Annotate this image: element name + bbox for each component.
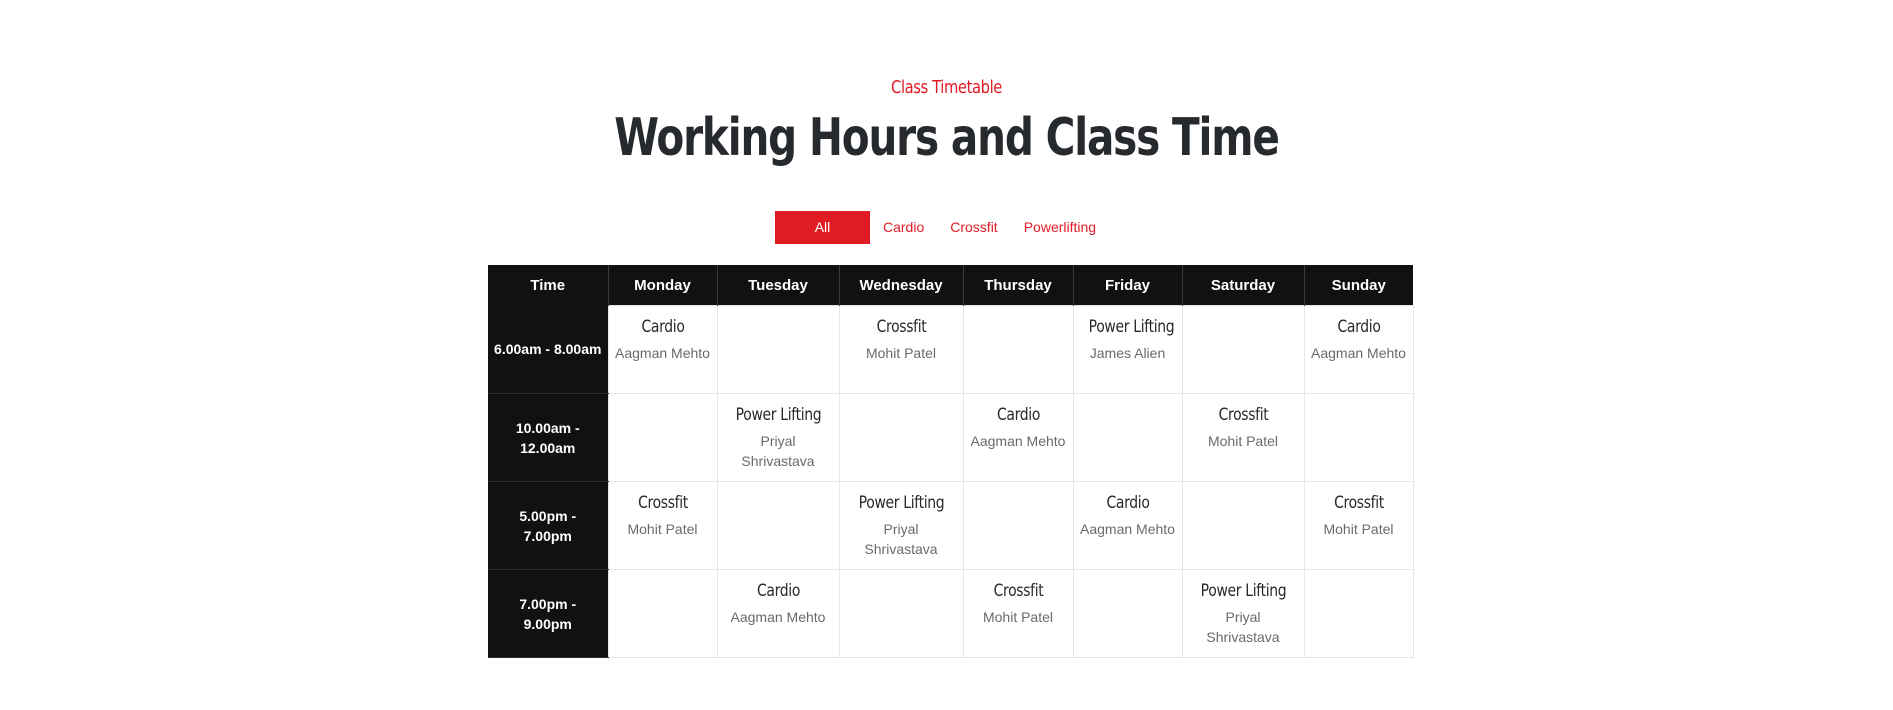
schedule-cell [607, 569, 718, 658]
column-header-monday: Monday [607, 265, 717, 306]
time-slot-cell: 10.00am - 12.00am [488, 393, 608, 482]
schedule-cell: Power Lifting James Alien [1072, 305, 1183, 394]
schedule-cell [1303, 393, 1414, 482]
column-header-wednesday: Wednesday [838, 265, 963, 306]
trainer-name: Mohit Patel [1207, 433, 1279, 449]
section-title: Working Hours and Class Time [614, 108, 1280, 168]
trainer-name: Mohit Patel [982, 609, 1054, 625]
trainer-name: Priyal Shrivastava [1206, 609, 1280, 645]
schedule-cell: Power Lifting Priyal Shrivastava [1181, 569, 1305, 658]
column-header-friday: Friday [1072, 265, 1182, 306]
table-header-row: Time Monday Tuesday Wednesday Thursday F… [488, 265, 1413, 306]
filter-cardio[interactable]: Cardio [870, 211, 937, 244]
schedule-cell: Power Lifting Priyal Shrivastava [838, 481, 964, 570]
class-name: Crossfit [993, 581, 1043, 601]
column-header-tuesday: Tuesday [716, 265, 839, 306]
schedule-cell [607, 393, 718, 482]
schedule-cell [1181, 305, 1305, 394]
trainer-name: Aagman Mehto [1080, 521, 1175, 537]
class-name: Power Lifting [1088, 317, 1174, 337]
schedule-cell [838, 569, 964, 658]
schedule-cell [1072, 393, 1183, 482]
class-name: Cardio [640, 317, 685, 337]
section-kicker: Class Timetable [891, 77, 1002, 98]
filter-crossfit[interactable]: Crossfit [937, 211, 1010, 244]
schedule-cell [716, 481, 840, 570]
class-name: Cardio [1336, 317, 1381, 337]
class-name: Power Lifting [858, 493, 944, 513]
time-slot-cell: 7.00pm - 9.00pm [488, 569, 608, 658]
schedule-cell [962, 481, 1074, 570]
trainer-name: Aagman Mehto [615, 345, 710, 361]
schedule-cell: Cardio Aagman Mehto [1072, 481, 1183, 570]
schedule-cell: Crossfit Mohit Patel [838, 305, 964, 394]
schedule-cell: Cardio Aagman Mehto [962, 393, 1074, 482]
class-name: Cardio [996, 405, 1040, 425]
column-header-thursday: Thursday [962, 265, 1073, 306]
class-name: Power Lifting [1200, 581, 1286, 601]
table-row: 7.00pm - 9.00pm Cardio Aagman Mehto Crossfi… [488, 569, 1414, 658]
table-row: 6.00am - 8.00am Cardio Aagman Mehto Crossfi… [488, 305, 1414, 394]
schedule-cell: Crossfit Mohit Patel [607, 481, 718, 570]
schedule-cell: Cardio Aagman Mehto [1303, 305, 1414, 394]
schedule-cell [716, 305, 840, 394]
schedule-cell: Crossfit Mohit Patel [962, 569, 1074, 658]
timetable: Time Monday Tuesday Wednesday Thursday F… [488, 265, 1414, 658]
trainer-name: Aagman Mehto [1311, 345, 1406, 361]
trainer-name: Mohit Patel [1323, 521, 1394, 537]
schedule-cell [838, 393, 964, 482]
class-name: Crossfit [1218, 405, 1268, 425]
schedule-cell [962, 305, 1074, 394]
schedule-cell: Crossfit Mohit Patel [1303, 481, 1414, 570]
trainer-name: Aagman Mehto [970, 433, 1066, 449]
class-filter-tabs: All Classes Cardio Crossfit Powerlifting [775, 211, 1109, 268]
time-slot-cell: 5.00pm - 7.00pm [488, 481, 608, 570]
schedule-cell [1181, 481, 1305, 570]
timetable-body: 6.00am - 8.00am Cardio Aagman Mehto Crossfi… [488, 305, 1414, 658]
trainer-name: Priyal Shrivastava [741, 433, 815, 469]
schedule-cell: Crossfit Mohit Patel [1181, 393, 1305, 482]
schedule-cell: Cardio Aagman Mehto [607, 305, 718, 394]
table-row: 5.00pm - 7.00pm Crossfit Mohit Patel Power … [488, 481, 1414, 570]
schedule-cell: Cardio Aagman Mehto [716, 569, 840, 658]
trainer-name: Mohit Patel [865, 345, 937, 361]
schedule-cell: Power Lifting Priyal Shrivastava [716, 393, 840, 482]
class-name: Cardio [756, 581, 800, 601]
class-timetable-section: Class Timetable Working Hours and Class … [0, 0, 1893, 710]
trainer-name: James Alien [1089, 345, 1166, 361]
schedule-cell [1303, 569, 1414, 658]
class-name: Crossfit [876, 317, 926, 337]
column-header-time: Time [488, 265, 608, 306]
class-name: Crossfit [1333, 493, 1384, 513]
column-header-sunday: Sunday [1303, 265, 1413, 306]
class-name: Cardio [1105, 493, 1150, 513]
table-row: 10.00am - 12.00am Power Lifting Priyal Shr… [488, 393, 1414, 482]
filter-all-classes[interactable]: All Classes [775, 211, 870, 268]
trainer-name: Aagman Mehto [730, 609, 826, 625]
class-name: Crossfit [637, 493, 688, 513]
trainer-name: Priyal Shrivastava [864, 521, 938, 557]
schedule-cell [1072, 569, 1183, 658]
filter-powerlifting[interactable]: Powerlifting [1011, 211, 1109, 244]
trainer-name: Mohit Patel [627, 521, 698, 537]
column-header-saturday: Saturday [1181, 265, 1304, 306]
class-name: Power Lifting [735, 405, 821, 425]
time-slot-cell: 6.00am - 8.00am [488, 305, 608, 394]
